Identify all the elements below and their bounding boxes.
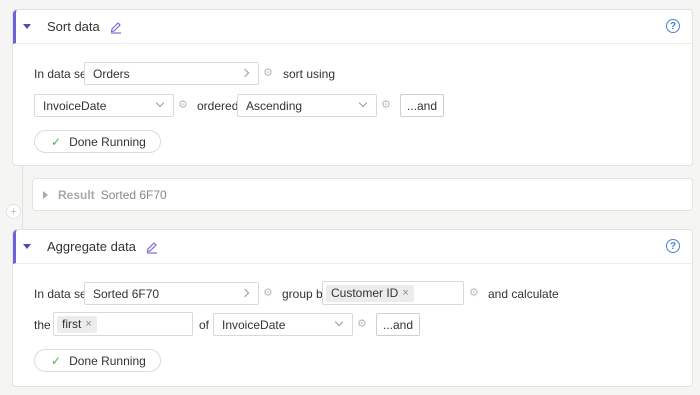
order-value: Ascending	[246, 98, 303, 113]
collapse-icon[interactable]	[23, 244, 31, 249]
add-step-icon[interactable]: +	[6, 204, 21, 219]
chevron-down-icon	[334, 317, 344, 327]
sort-using-label: sort using	[283, 67, 336, 81]
data-set-select[interactable]: Orders	[84, 62, 259, 85]
edit-title-icon[interactable]	[146, 240, 158, 254]
of-field-value: InvoiceDate	[222, 317, 286, 332]
remove-tag-icon[interactable]: ×	[85, 318, 91, 330]
aggregate-step-header[interactable]: Aggregate data ?	[13, 230, 692, 264]
ordered-label: ordered	[197, 99, 239, 113]
tag-label: first	[62, 317, 82, 331]
step-title: Aggregate data	[47, 239, 136, 254]
check-icon: ✓	[51, 134, 62, 149]
data-set-value: Orders	[93, 66, 130, 81]
done-label: Done Running	[69, 134, 146, 149]
done-running-button[interactable]: ✓ Done Running	[34, 349, 161, 372]
chevron-down-icon	[155, 98, 165, 108]
check-icon: ✓	[51, 353, 62, 368]
done-running-button[interactable]: ✓ Done Running	[34, 130, 161, 153]
data-set-select[interactable]: Sorted 6F70	[84, 282, 259, 305]
group-by-tag[interactable]: Customer ID ×	[326, 284, 414, 302]
in-data-set-label: In data set	[34, 67, 91, 81]
gear-icon[interactable]: ⚙	[263, 68, 274, 79]
aggregate-data-step: Aggregate data ? In data set Sorted 6F70…	[12, 229, 693, 387]
chevron-right-icon	[240, 288, 250, 298]
expand-icon[interactable]	[43, 190, 48, 199]
help-icon[interactable]: ?	[666, 239, 680, 253]
group-by-field[interactable]: Customer ID ×	[322, 281, 464, 305]
in-data-set-label: In data set	[34, 287, 91, 301]
data-set-value: Sorted 6F70	[93, 286, 160, 301]
gear-icon[interactable]: ⚙	[357, 319, 368, 330]
remove-tag-icon[interactable]: ×	[402, 287, 408, 299]
gear-icon[interactable]: ⚙	[381, 100, 392, 111]
sort-field-value: InvoiceDate	[43, 98, 107, 113]
sort-data-step: Sort data ? In data set Orders ⚙ sort us…	[12, 9, 693, 166]
help-icon[interactable]: ?	[666, 19, 680, 33]
result-label: Result	[58, 187, 95, 202]
step-title: Sort data	[47, 19, 100, 34]
add-sort-button[interactable]: ...and	[400, 94, 444, 117]
tag-label: Customer ID	[331, 286, 399, 300]
collapse-icon[interactable]	[23, 24, 31, 29]
gear-icon[interactable]: ⚙	[178, 100, 189, 111]
order-select[interactable]: Ascending	[237, 94, 377, 117]
step-connector	[22, 166, 23, 230]
gear-icon[interactable]: ⚙	[263, 288, 274, 299]
of-field-select[interactable]: InvoiceDate	[213, 313, 353, 336]
function-field[interactable]: first ×	[53, 312, 193, 336]
result-value: Sorted 6F70	[100, 187, 167, 202]
done-label: Done Running	[69, 353, 146, 368]
result-row[interactable]: Result Sorted 6F70	[32, 178, 693, 211]
gear-icon[interactable]: ⚙	[469, 288, 480, 299]
the-label: the	[34, 318, 51, 332]
and-calculate-label: and calculate	[488, 287, 559, 301]
function-tag[interactable]: first ×	[57, 315, 97, 333]
edit-title-icon[interactable]	[110, 20, 122, 34]
sort-step-header[interactable]: Sort data ?	[13, 10, 692, 44]
add-calculation-button[interactable]: ...and	[376, 313, 420, 336]
sort-field-select[interactable]: InvoiceDate	[34, 94, 174, 117]
chevron-right-icon	[240, 68, 250, 78]
chevron-down-icon	[358, 98, 368, 108]
of-label: of	[199, 318, 210, 332]
